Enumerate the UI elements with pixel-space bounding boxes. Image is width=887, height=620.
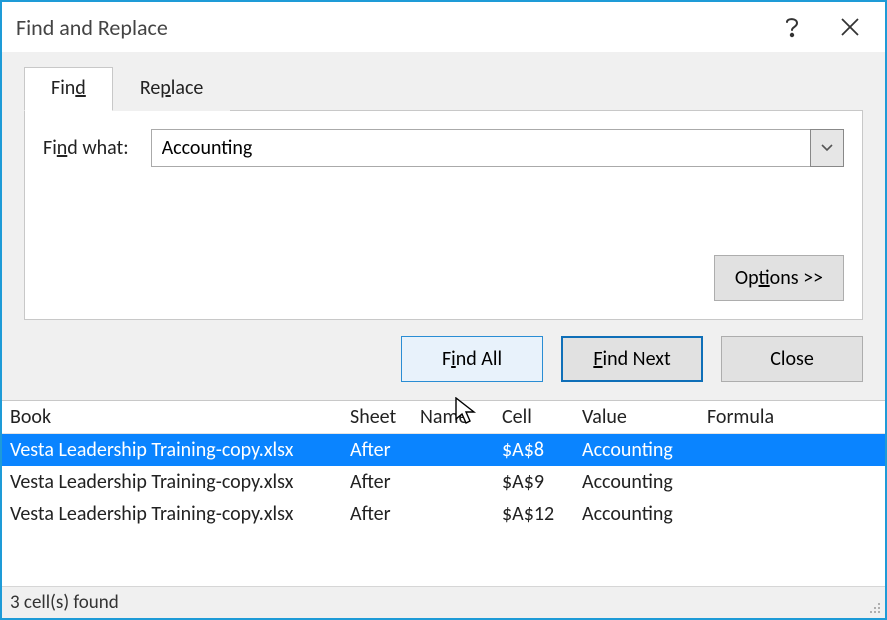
dialog-buttons: Find All Find Next Close xyxy=(24,320,863,386)
tab-replace[interactable]: Replace xyxy=(113,67,231,111)
col-book[interactable]: Book xyxy=(10,405,350,429)
results-row[interactable]: Vesta Leadership Training-copy.xlsx Afte… xyxy=(2,434,885,466)
find-next-button[interactable]: Find Next xyxy=(561,336,703,382)
find-all-button[interactable]: Find All xyxy=(401,336,543,382)
tab-find[interactable]: Find xyxy=(24,67,113,111)
close-icon[interactable] xyxy=(821,7,879,47)
status-text: 3 cell(s) found xyxy=(10,591,119,614)
titlebar: Find and Replace xyxy=(2,2,885,52)
find-what-dropdown[interactable] xyxy=(810,129,844,167)
results-row[interactable]: Vesta Leadership Training-copy.xlsx Afte… xyxy=(2,498,885,530)
status-bar: 3 cell(s) found xyxy=(2,586,885,618)
find-what-input[interactable] xyxy=(151,129,810,167)
results-header: Book Sheet Name Cell Value Formula xyxy=(2,401,885,434)
close-button[interactable]: Close xyxy=(721,336,863,382)
chevron-down-icon xyxy=(821,144,833,152)
find-what-label: Find what: xyxy=(43,136,133,160)
col-cell[interactable]: Cell xyxy=(502,405,582,429)
col-value[interactable]: Value xyxy=(582,405,707,429)
resize-grip-icon[interactable] xyxy=(867,600,881,614)
col-formula[interactable]: Formula xyxy=(707,405,885,429)
tabstrip: Find Replace xyxy=(24,67,863,111)
col-sheet[interactable]: Sheet xyxy=(350,405,420,429)
col-name[interactable]: Name xyxy=(420,405,502,429)
dialog-body: Find Replace Find what: xyxy=(2,52,885,400)
tab-panel-find: Find what: Options >> xyxy=(24,110,863,320)
find-what-row: Find what: xyxy=(43,129,844,167)
find-replace-dialog: Find and Replace Find Replace xyxy=(0,0,887,620)
help-button[interactable] xyxy=(763,7,821,47)
results-grid: Book Sheet Name Cell Value Formula Vesta… xyxy=(2,400,885,586)
window-title: Find and Replace xyxy=(16,14,763,41)
results-row[interactable]: Vesta Leadership Training-copy.xlsx Afte… xyxy=(2,466,885,498)
options-button[interactable]: Options >> xyxy=(714,255,844,301)
find-what-combo xyxy=(151,129,844,167)
